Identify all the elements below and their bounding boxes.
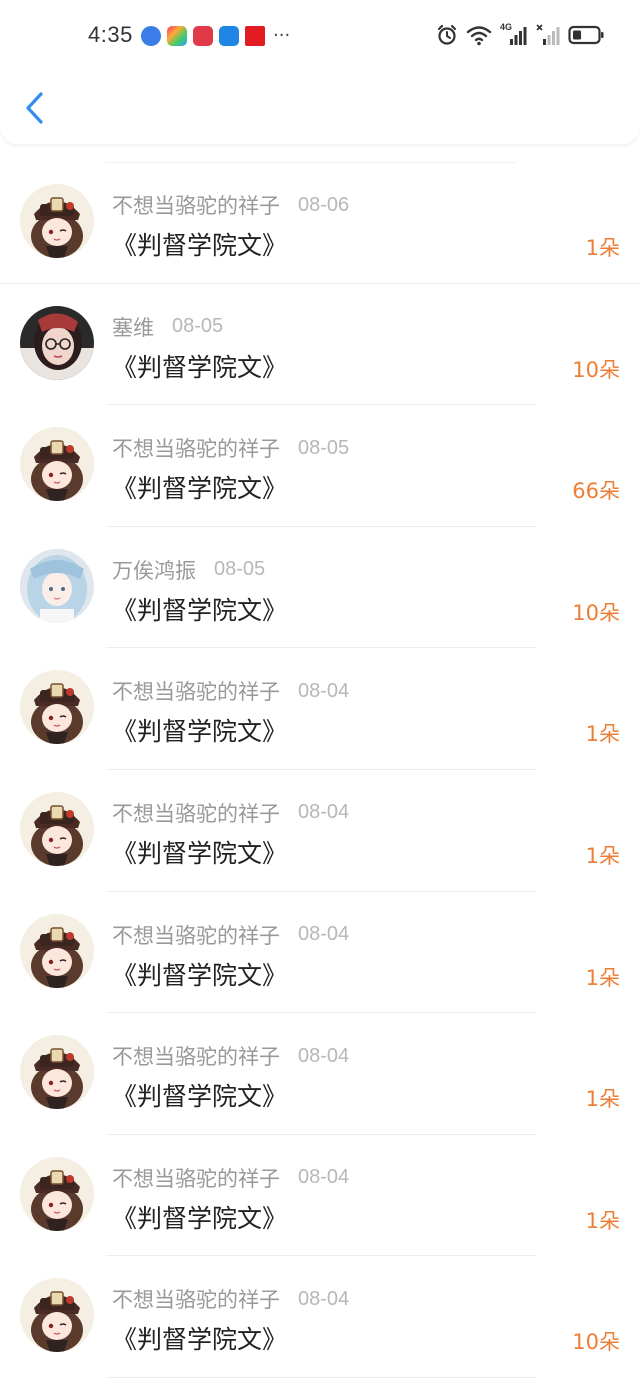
status-bar: 4:35 ··· 4G (0, 0, 640, 72)
book-title: 《判督学院文》 (112, 474, 288, 504)
avatar[interactable] (20, 305, 94, 380)
gift-amount: 10朵 (572, 600, 620, 625)
name-line: 万俟鸿振 08-05 (112, 555, 265, 585)
user-name[interactable]: 不想当骆驼的祥子 (112, 433, 280, 463)
weather-icon (219, 26, 239, 46)
gift-date: 08-06 (298, 193, 350, 216)
gift-amount: 10朵 (572, 1330, 620, 1355)
browser-icon (141, 26, 161, 46)
user-name[interactable]: 不想当骆驼的祥子 (112, 798, 280, 828)
gift-amount: 1朵 (585, 965, 620, 990)
gift-date: 08-04 (298, 923, 350, 946)
user-name[interactable]: 不想当骆驼的祥子 (112, 1163, 280, 1193)
book-title: 《判督学院文》 (112, 960, 288, 990)
gift-date: 08-04 (298, 801, 350, 824)
book-title: 《判督学院文》 (112, 717, 288, 747)
user-name[interactable]: 不想当骆驼的祥子 (112, 1284, 280, 1314)
gift-date: 08-04 (298, 1044, 350, 1067)
reader-icon (193, 26, 213, 46)
wifi-icon (466, 26, 492, 46)
avatar[interactable] (20, 1278, 94, 1353)
user-name[interactable]: 塞维 (112, 312, 154, 342)
name-line: 不想当骆驼的祥子 08-06 (112, 190, 349, 220)
gift-amount: 66朵 (572, 479, 620, 504)
list-item[interactable]: 不想当骆驼的祥子 08-04 《判督学院文》 10朵 (0, 1256, 640, 1378)
gift-date: 08-05 (298, 436, 350, 459)
header-bar (0, 72, 640, 144)
list-item[interactable]: 不想当骆驼的祥子 08-04 《判督学院文》 1朵 (0, 1013, 640, 1135)
name-line: 塞维 08-05 (112, 312, 223, 342)
avatar[interactable] (20, 1156, 94, 1231)
gift-amount: 1朵 (585, 1208, 620, 1233)
list-item[interactable]: 不想当骆驼的祥子 08-04 《判督学院文》 1朵 (0, 648, 640, 770)
list-item[interactable]: 塞维 08-05 《判督学院文》 10朵 (0, 284, 640, 406)
signal-icon: 4G (500, 22, 528, 46)
system-icons: 4G (436, 22, 604, 46)
gift-date: 08-04 (298, 679, 350, 702)
gift-date: 08-04 (298, 1287, 350, 1310)
name-line: 不想当骆驼的祥子 08-04 (112, 920, 349, 950)
name-line: 不想当骆驼的祥子 08-05 (112, 433, 349, 463)
avatar[interactable] (20, 791, 94, 866)
gift-amount: 1朵 (585, 722, 620, 747)
book-title: 《判督学院文》 (112, 231, 288, 260)
user-name[interactable]: 不想当骆驼的祥子 (112, 190, 280, 220)
name-line: 不想当骆驼的祥子 08-04 (112, 1041, 349, 1071)
list-item[interactable]: 不想当骆驼的祥子 08-04 《判督学院文》 1朵 (0, 1135, 640, 1257)
more-notifications-icon: ··· (273, 25, 291, 46)
book-title: 《判督学院文》 (112, 1082, 288, 1112)
app-store-icon (167, 26, 187, 46)
list-item[interactable]: 不想当骆驼的祥子 08-05 《判督学院文》 66朵 (0, 405, 640, 527)
book-title: 《判督学院文》 (112, 1203, 288, 1233)
user-name[interactable]: 不想当骆驼的祥子 (112, 1041, 280, 1071)
list-item[interactable]: 万俟鸿振 08-05 《判督学院文》 10朵 (0, 527, 640, 649)
avatar[interactable] (20, 427, 94, 502)
list-item[interactable]: 不想当骆驼的祥子 08-04 《判督学院文》 1朵 (0, 770, 640, 892)
avatar[interactable] (20, 670, 94, 745)
avatar[interactable] (20, 548, 94, 623)
chevron-left-icon[interactable] (18, 88, 54, 128)
list-item[interactable]: 不想当骆驼的祥子 08-06 《判督学院文》 1朵 (0, 162, 640, 284)
list-item[interactable]: 不想当骆驼的祥子 08-04 《判督学院文》 1朵 (0, 892, 640, 1014)
divider (106, 1376, 536, 1378)
gift-date: 08-05 (172, 315, 224, 338)
gift-amount: 10朵 (572, 357, 620, 382)
gift-amount: 1朵 (585, 1087, 620, 1112)
signal-icon (536, 24, 560, 45)
user-name[interactable]: 不想当骆驼的祥子 (112, 676, 280, 706)
status-time: 4:35 (88, 22, 133, 47)
alarm-icon (437, 24, 457, 45)
name-line: 不想当骆驼的祥子 08-04 (112, 798, 349, 828)
name-line: 不想当骆驼的祥子 08-04 (112, 1163, 349, 1193)
book-title: 《判督学院文》 (112, 838, 288, 868)
avatar[interactable] (20, 184, 94, 258)
book-title: 《判督学院文》 (112, 1325, 288, 1355)
user-name[interactable]: 不想当骆驼的祥子 (112, 920, 280, 950)
book-title: 《判督学院文》 (112, 595, 288, 625)
avatar[interactable] (20, 913, 94, 988)
name-line: 不想当骆驼的祥子 08-04 (112, 1284, 349, 1314)
book-title: 《判督学院文》 (112, 352, 288, 382)
gift-amount: 1朵 (585, 236, 620, 260)
name-line: 不想当骆驼的祥子 08-04 (112, 676, 349, 706)
gift-date: 08-04 (298, 1166, 350, 1189)
app-icon (245, 26, 265, 46)
notification-icons: ··· (141, 26, 290, 46)
gift-amount: 1朵 (585, 843, 620, 868)
user-name[interactable]: 万俟鸿振 (112, 555, 196, 585)
avatar[interactable] (20, 1035, 94, 1110)
battery-icon (568, 25, 604, 45)
gift-list: 不想当骆驼的祥子 08-06 《判督学院文》 1朵 塞维 08-05 《判督学院… (0, 162, 640, 1378)
gift-date: 08-05 (214, 558, 266, 581)
